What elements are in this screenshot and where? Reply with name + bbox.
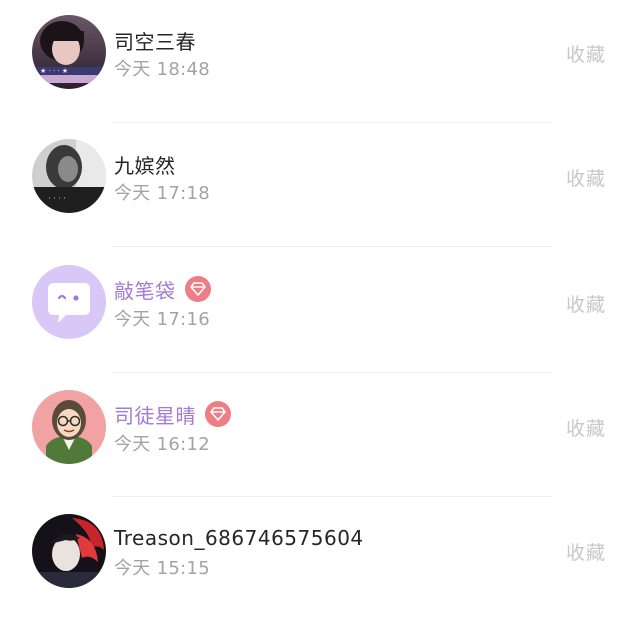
- divider: [112, 246, 552, 247]
- divider: [112, 372, 552, 373]
- avatar[interactable]: [32, 265, 106, 339]
- contact-name: 司徒星晴: [114, 403, 196, 428]
- divider: [112, 122, 552, 123]
- contact-name: 司空三春: [114, 29, 196, 54]
- contact-name-line: Treason_686746575604: [114, 524, 364, 552]
- contact-name: 九嫔然: [114, 153, 176, 178]
- anime-red-hair-icon: [32, 514, 106, 588]
- list-item[interactable]: 敲笔袋 今天 17:16 收藏: [0, 248, 640, 373]
- timestamp: 今天 17:18: [114, 183, 210, 204]
- contact-name-line: 敲笔袋: [114, 275, 211, 303]
- portrait-photo-icon: ★ · · · ★: [32, 15, 106, 89]
- vip-diamond-icon: [184, 276, 211, 302]
- timestamp: 今天 16:12: [114, 434, 210, 455]
- list-item[interactable]: · · · · 九嫔然 今天 17:18 收藏: [0, 124, 640, 248]
- contact-name: Treason_686746575604: [114, 526, 364, 550]
- avatar[interactable]: [32, 514, 106, 588]
- avatar[interactable]: [32, 390, 106, 464]
- list-item[interactable]: ★ · · · ★ 司空三春 今天 18:48 收藏: [0, 0, 640, 124]
- grayscale-portrait-photo-icon: · · · ·: [32, 139, 106, 213]
- svg-text:★ · · · ★: ★ · · · ★: [40, 67, 68, 75]
- avatar[interactable]: ★ · · · ★: [32, 15, 106, 89]
- contact-name: 敲笔袋: [114, 278, 176, 303]
- chat-bubble-face-icon: [32, 265, 106, 339]
- favorites-list: ★ · · · ★ 司空三春 今天 18:48 收藏 · · · · 九嫔然 今…: [0, 0, 640, 606]
- contact-name-line: 九嫔然: [114, 150, 176, 178]
- svg-text:· · · ·: · · · ·: [48, 194, 66, 203]
- favorite-button[interactable]: 收藏: [566, 290, 606, 317]
- list-item[interactable]: 司徒星晴 今天 16:12 收藏: [0, 374, 640, 498]
- timestamp: 今天 17:16: [114, 309, 210, 330]
- cartoon-girl-glasses-icon: [32, 390, 106, 464]
- contact-name-line: 司徒星晴: [114, 400, 231, 428]
- timestamp: 今天 18:48: [114, 59, 210, 80]
- favorite-button[interactable]: 收藏: [566, 414, 606, 441]
- favorite-button[interactable]: 收藏: [566, 164, 606, 191]
- favorite-button[interactable]: 收藏: [566, 40, 606, 67]
- list-item[interactable]: Treason_686746575604 今天 15:15 收藏: [0, 498, 640, 622]
- contact-name-line: 司空三春: [114, 26, 196, 54]
- divider: [112, 496, 552, 497]
- vip-diamond-icon: [205, 401, 231, 427]
- avatar[interactable]: · · · ·: [32, 139, 106, 213]
- timestamp: 今天 15:15: [114, 558, 210, 579]
- favorite-button[interactable]: 收藏: [566, 538, 606, 565]
